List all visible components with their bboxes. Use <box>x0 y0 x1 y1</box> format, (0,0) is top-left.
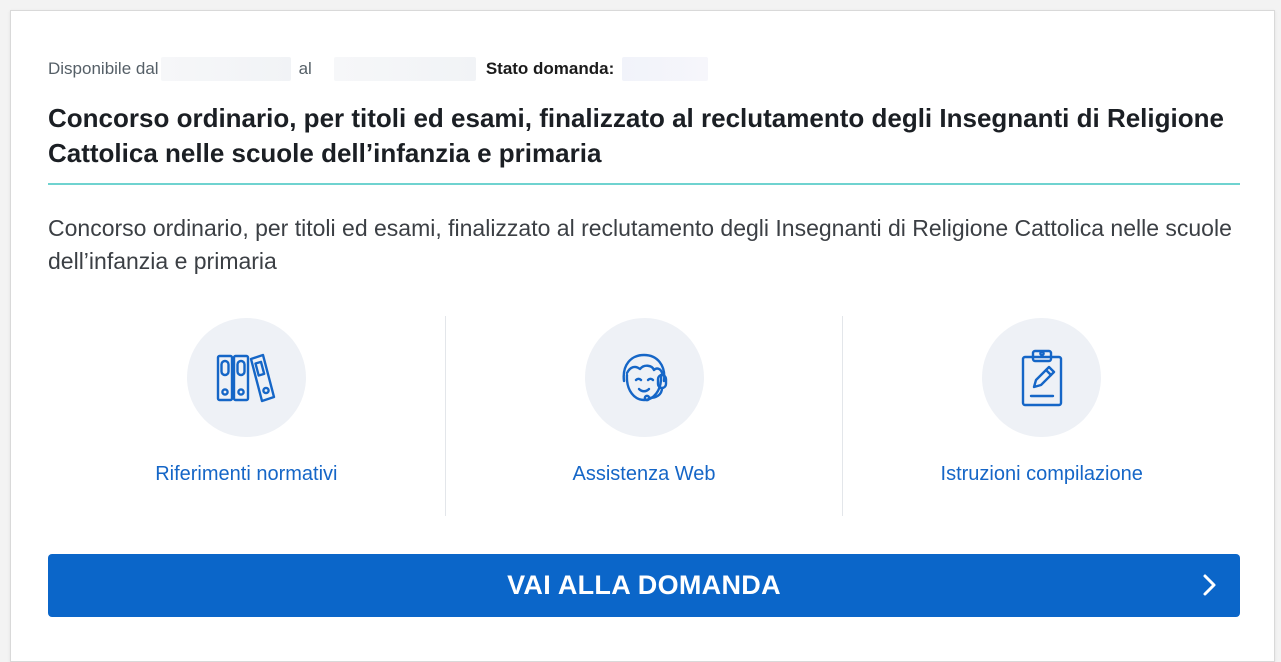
icon-circle <box>186 318 306 437</box>
available-from-date-redacted <box>160 57 291 81</box>
title-divider <box>48 183 1240 185</box>
vai-alla-domanda-button[interactable]: VAI ALLA DOMANDA <box>48 554 1240 617</box>
status-label: Stato domanda: <box>485 59 615 78</box>
concorso-card: Disponibile dal al Stato domanda: Concor… <box>10 10 1275 662</box>
chevron-right-icon <box>1203 574 1216 596</box>
link-label: Riferimenti normativi <box>155 463 338 485</box>
icon-circle <box>982 318 1102 437</box>
support-headset-icon <box>622 353 668 401</box>
status-value-redacted <box>622 57 709 81</box>
cta-label: VAI ALLA DOMANDA <box>507 570 781 600</box>
icon-circle <box>584 318 704 437</box>
available-from-label: Disponibile dal <box>48 59 159 78</box>
binders-icon <box>217 353 276 402</box>
quick-links: Riferimenti normativi Assistenza Web Ist… <box>48 316 1240 516</box>
description: Concorso ordinario, per titoli ed esami,… <box>48 215 1232 274</box>
availability-meta: Disponibile dal al Stato domanda: <box>48 57 709 81</box>
page-title: Concorso ordinario, per titoli ed esami,… <box>48 103 1224 168</box>
clipboard-edit-icon <box>1021 349 1062 406</box>
available-to-label: al <box>298 59 312 78</box>
link-label: Istruzioni compilazione <box>940 463 1143 485</box>
link-riferimenti-normativi[interactable]: Riferimenti normativi <box>48 316 445 516</box>
link-label: Assistenza Web <box>572 463 716 485</box>
link-assistenza-web[interactable]: Assistenza Web <box>446 316 843 516</box>
link-istruzioni-compilazione[interactable]: Istruzioni compilazione <box>843 316 1240 516</box>
available-to-date-redacted <box>333 57 476 81</box>
